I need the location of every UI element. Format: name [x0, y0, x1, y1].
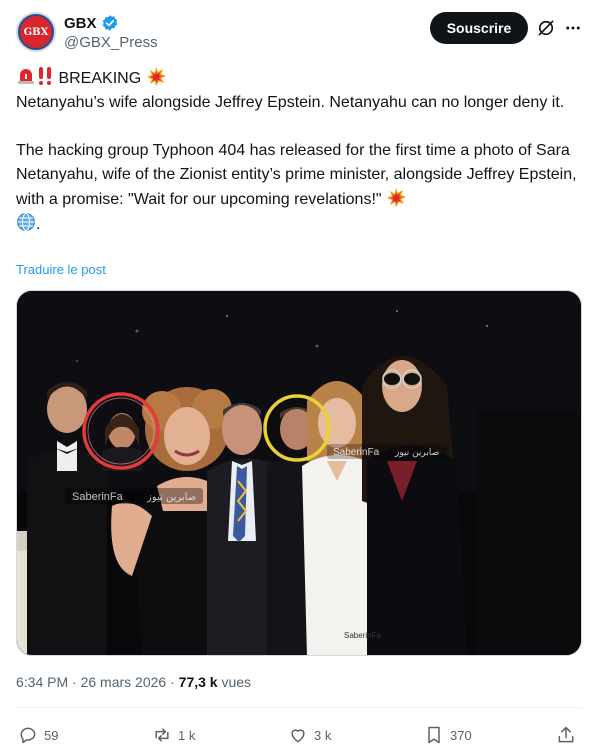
reply-button[interactable]: 59: [18, 722, 58, 748]
avatar-text: GBX: [23, 26, 49, 38]
repost-count: 1 k: [178, 727, 196, 743]
tweet-header: GBX GBX @GBX_Press Souscrire: [16, 10, 582, 58]
repost-button[interactable]: 1 k: [152, 722, 195, 748]
reply-icon: [20, 727, 36, 744]
watermark-1-ar: صابرين نيوز: [146, 492, 196, 503]
translate-post-link[interactable]: Traduire le post: [16, 262, 106, 277]
reply-count: 59: [44, 727, 59, 743]
avatar-logo: GBX: [20, 16, 52, 48]
siren-icon: [18, 69, 34, 84]
tweet-paragraph-2-text: The hacking group Typhoon 404 has releas…: [16, 142, 577, 208]
name-row: GBX: [64, 14, 119, 32]
bookmark-count: 370: [450, 727, 472, 743]
heart-icon: [291, 729, 305, 743]
display-name[interactable]: GBX: [64, 15, 97, 32]
verified-badge-icon: [102, 15, 117, 31]
breaking-label: BREAKING: [58, 70, 142, 87]
meta-separator: ·: [68, 674, 81, 690]
share-icon: [558, 726, 574, 743]
views-label: vues: [217, 674, 252, 690]
collision-icon: [387, 188, 407, 207]
tweet-line-1: Netanyahu’s wife alongside Jeffrey Epste…: [16, 94, 565, 111]
tweet-photo[interactable]: SaberinFa صابرين نيوز SaberinFa صابرين ن…: [16, 290, 582, 656]
like-button[interactable]: 3 k: [288, 722, 331, 748]
tweet-date[interactable]: 26 mars 2026: [81, 674, 167, 690]
action-bar: 59 1 k 3 k 370: [16, 722, 582, 748]
subscribe-button[interactable]: Souscrire: [430, 12, 528, 44]
repost-icon: [155, 728, 169, 742]
views-count: 77,3 k: [178, 674, 218, 690]
tweet-paragraph-2: The hacking group Typhoon 404 has releas…: [16, 139, 582, 237]
tweet-text: BREAKING Netanyahu’s wife alongside Jeff…: [16, 66, 582, 237]
like-count: 3 k: [314, 727, 332, 743]
grok-icon[interactable]: [536, 18, 556, 38]
watermark-2: SaberinFa: [333, 447, 380, 458]
tweet-time[interactable]: 6:34 PM: [16, 674, 68, 690]
more-options-icon[interactable]: [564, 18, 582, 38]
meta-separator: ·: [166, 674, 179, 690]
collision-icon: [146, 67, 166, 86]
watermark-3: SaberinFa: [344, 631, 381, 640]
photo-content: SaberinFa صابرين نيوز SaberinFa صابرين ن…: [17, 291, 581, 655]
watermark-1: SaberinFa: [72, 491, 124, 503]
avatar[interactable]: GBX: [16, 12, 56, 52]
double-exclamation-icon: [39, 67, 51, 85]
tweet-trailing-period: .: [36, 216, 41, 233]
tweet-meta: 6:34 PM · 26 mars 2026 · 77,3 k vues: [16, 674, 251, 690]
divider: [16, 707, 582, 708]
handle[interactable]: @GBX_Press: [64, 34, 158, 51]
watermark-2-ar: صابرين نيوز: [394, 448, 439, 458]
bookmark-button[interactable]: 370: [424, 722, 472, 748]
bookmark-icon: [428, 726, 440, 744]
globe-icon: [17, 213, 35, 231]
share-button[interactable]: [556, 722, 582, 748]
breaking-line: BREAKING: [16, 66, 582, 91]
